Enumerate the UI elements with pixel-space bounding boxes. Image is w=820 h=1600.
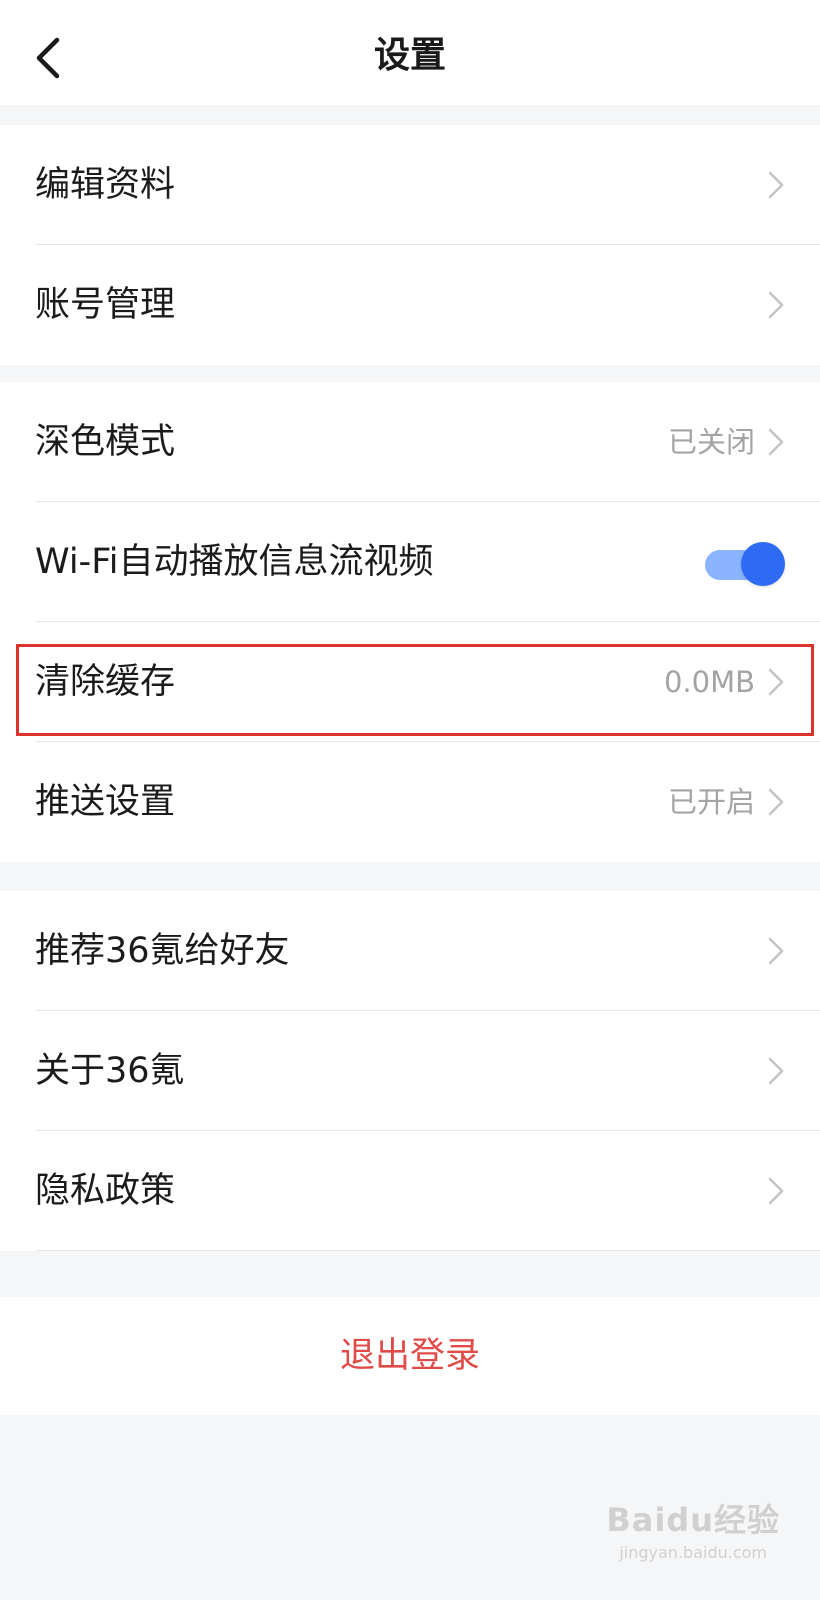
- chevron-right-icon: [768, 1057, 784, 1085]
- toggle-knob: [741, 542, 785, 586]
- settings-item-recommend-to-friends[interactable]: 推荐36氪给好友: [0, 891, 820, 1011]
- settings-item-push-settings[interactable]: 推送设置 已开启: [0, 742, 820, 862]
- chevron-right-icon: [768, 668, 784, 696]
- settings-item-label: 深色模式: [35, 422, 176, 462]
- settings-item-dark-mode[interactable]: 深色模式 已关闭: [0, 382, 820, 502]
- settings-item-label: 关于36氪: [35, 1051, 185, 1091]
- chevron-right-icon: [768, 171, 784, 199]
- settings-item-privacy-policy[interactable]: 隐私政策: [0, 1131, 820, 1251]
- settings-item-label: 推送设置: [35, 782, 176, 822]
- push-status: 已开启: [667, 785, 755, 819]
- chevron-right-icon: [768, 937, 784, 965]
- settings-item-label: 推荐36氪给好友: [35, 931, 290, 971]
- top-navigation-bar: 设置: [0, 0, 820, 105]
- logout-section: 退出登录: [0, 1297, 820, 1415]
- chevron-right-icon: [768, 291, 784, 319]
- watermark-url: jingyan.baidu.com: [619, 1543, 767, 1562]
- settings-item-wifi-autoplay: Wi-Fi自动播放信息流视频: [0, 502, 820, 622]
- page-title: 设置: [373, 35, 446, 76]
- row-divider: [35, 1250, 820, 1251]
- watermark-logo: Baidu经验: [606, 1501, 780, 1539]
- settings-item-about[interactable]: 关于36氪: [0, 1011, 820, 1131]
- settings-group-preferences: 深色模式 已关闭 Wi-Fi自动播放信息流视频 清除缓存 0.0MB 推送设置 …: [0, 382, 820, 862]
- logout-button[interactable]: 退出登录: [0, 1297, 820, 1415]
- watermark: Baidu经验 jingyan.baidu.com: [606, 1495, 780, 1562]
- settings-item-account-management[interactable]: 账号管理: [0, 245, 820, 365]
- wifi-autoplay-toggle[interactable]: [705, 542, 785, 586]
- chevron-right-icon: [768, 788, 784, 816]
- cache-size-value: 0.0MB: [663, 665, 755, 699]
- settings-item-clear-cache[interactable]: 清除缓存 0.0MB: [0, 622, 820, 742]
- settings-item-label: 编辑资料: [35, 165, 176, 205]
- settings-group-profile: 编辑资料 账号管理: [0, 125, 820, 365]
- settings-item-label: Wi-Fi自动播放信息流视频: [35, 542, 434, 582]
- chevron-right-icon: [768, 428, 784, 456]
- chevron-right-icon: [768, 1177, 784, 1205]
- settings-item-edit-profile[interactable]: 编辑资料: [0, 125, 820, 245]
- settings-item-label: 账号管理: [35, 285, 176, 325]
- dark-mode-status: 已关闭: [667, 425, 755, 459]
- settings-item-label: 隐私政策: [35, 1171, 176, 1211]
- settings-group-about: 推荐36氪给好友 关于36氪 隐私政策: [0, 891, 820, 1251]
- settings-item-label: 清除缓存: [35, 662, 176, 702]
